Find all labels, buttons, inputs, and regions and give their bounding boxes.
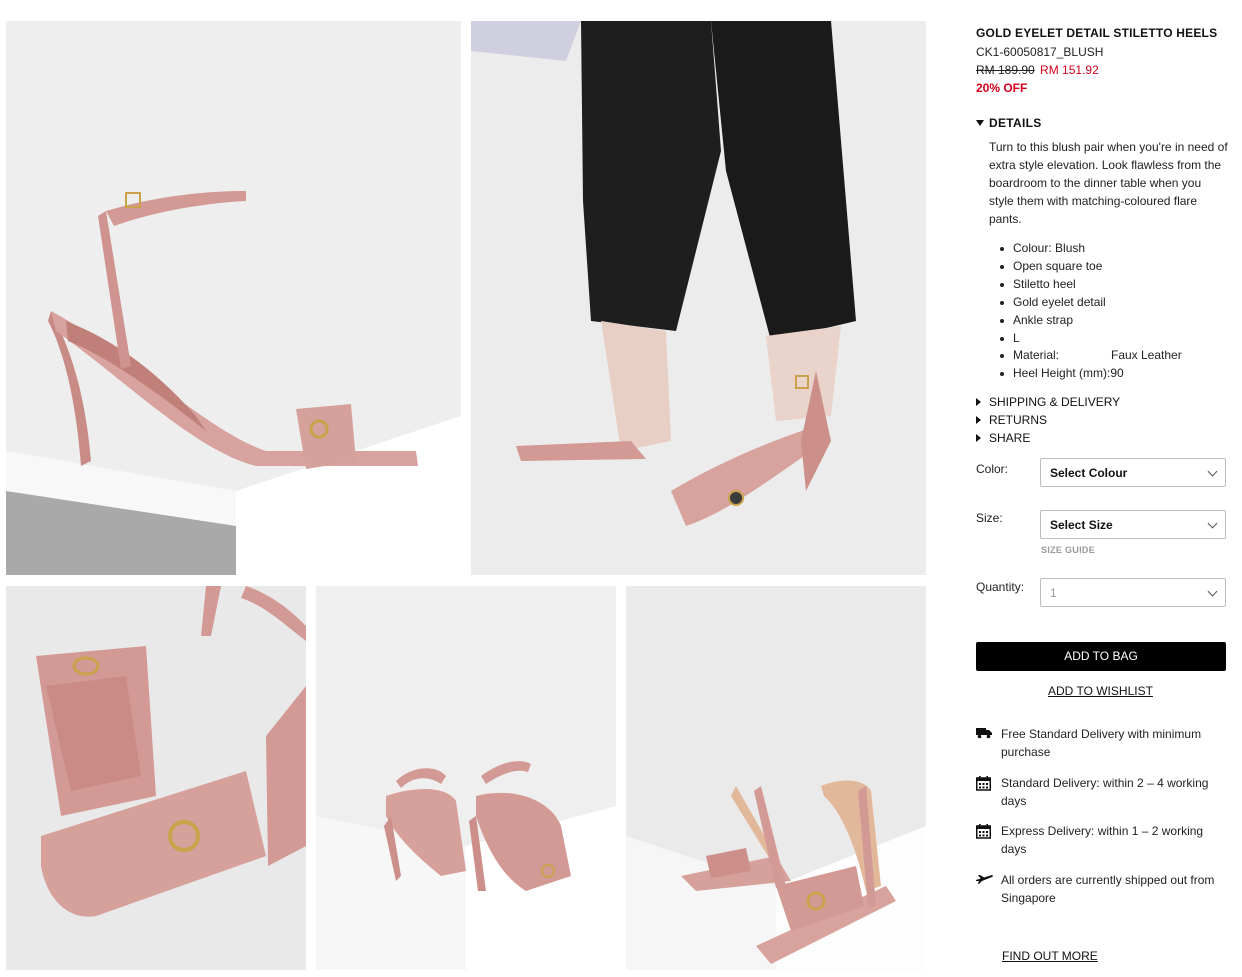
list-item: Gold eyelet detail (989, 294, 1229, 312)
returns-label: RETURNS (989, 413, 1048, 427)
caret-right-icon (976, 398, 981, 406)
share-label: SHARE (989, 431, 1031, 445)
delivery-info-item: Standard Delivery: within 2 – 4 working … (976, 774, 1228, 810)
size-select-value: Select Size (1050, 518, 1113, 532)
add-to-wishlist-link[interactable]: ADD TO WISHLIST (1048, 684, 1153, 698)
product-features-list: Colour: Blush Open square toe Stiletto h… (989, 240, 1229, 383)
quantity-select-value: 1 (1050, 586, 1057, 600)
find-out-more-link[interactable]: FIND OUT MORE (1002, 949, 1098, 963)
chevron-down-icon (1207, 518, 1218, 529)
product-image-pair-view[interactable] (626, 586, 926, 970)
list-item: Stiletto heel (989, 276, 1229, 294)
discount-badge: 20% OFF (976, 81, 1028, 95)
share-accordion-toggle[interactable]: SHARE (976, 431, 1030, 445)
product-image-back-view[interactable] (316, 586, 616, 970)
caret-right-icon (976, 434, 981, 442)
heel-height-value: 90 (1110, 366, 1124, 381)
delivery-info-text: Free Standard Delivery with minimum purc… (1001, 727, 1202, 759)
product-image-closeup[interactable] (6, 586, 306, 970)
caret-right-icon (976, 416, 981, 424)
delivery-info-text: All orders are currently shipped out fro… (1001, 873, 1215, 905)
chevron-down-icon (1207, 466, 1218, 477)
size-guide-link[interactable]: SIZE GUIDE (1041, 545, 1095, 555)
size-select[interactable]: Select Size (1040, 510, 1226, 539)
shipping-label: SHIPPING & DELIVERY (989, 395, 1121, 409)
details-accordion-toggle[interactable]: DETAILS (976, 116, 1042, 130)
quantity-label: Quantity: (976, 580, 1025, 594)
details-heading: DETAILS (989, 116, 1042, 130)
color-select-value: Select Colour (1050, 466, 1128, 480)
shipping-accordion-toggle[interactable]: SHIPPING & DELIVERY (976, 395, 1120, 409)
delivery-info-item: All orders are currently shipped out fro… (976, 871, 1228, 907)
size-label: Size: (976, 511, 1003, 525)
list-item: Open square toe (989, 258, 1229, 276)
product-title: GOLD EYELET DETAIL STILETTO HEELS (976, 26, 1218, 40)
material-value: Faux Leather (1111, 348, 1182, 363)
product-image-side-view[interactable] (6, 21, 461, 575)
calendar-icon (976, 822, 1001, 858)
heel-height-item: Heel Height (mm):90 (989, 365, 1229, 383)
returns-accordion-toggle[interactable]: RETURNS (976, 413, 1047, 427)
chevron-down-icon (1207, 586, 1218, 597)
delivery-info-text: Standard Delivery: within 2 – 4 working … (1001, 776, 1209, 808)
price-row: RM 189.90 RM 151.92 (976, 63, 1099, 77)
calendar-icon (976, 774, 1001, 810)
delivery-info-item: Express Delivery: within 1 – 2 working d… (976, 822, 1228, 858)
delivery-info-text: Express Delivery: within 1 – 2 working d… (1001, 824, 1204, 856)
list-item: L (989, 330, 1229, 348)
list-item: Ankle strap (989, 312, 1229, 330)
caret-down-icon (976, 120, 984, 126)
material-label: Material: (1013, 348, 1060, 363)
heel-height-label: Heel Height (mm): (1013, 366, 1111, 381)
product-image-gallery (0, 0, 940, 977)
product-sku: CK1-60050817_BLUSH (976, 45, 1104, 59)
material-item: Material: Faux Leather (989, 347, 1229, 365)
airplane-icon (976, 871, 1001, 907)
delivery-info-item: Free Standard Delivery with minimum purc… (976, 725, 1228, 761)
product-image-on-model[interactable] (471, 21, 926, 575)
list-item: Colour: Blush (989, 240, 1229, 258)
original-price: RM 189.90 (976, 63, 1035, 77)
sale-price: RM 151.92 (1040, 63, 1099, 77)
color-label: Color: (976, 462, 1009, 476)
quantity-select[interactable]: 1 (1040, 578, 1226, 607)
product-description: Turn to this blush pair when you're in n… (989, 140, 1228, 226)
add-to-bag-button[interactable]: ADD TO BAG (976, 642, 1226, 671)
color-select[interactable]: Select Colour (1040, 458, 1226, 487)
truck-icon (976, 725, 1001, 761)
